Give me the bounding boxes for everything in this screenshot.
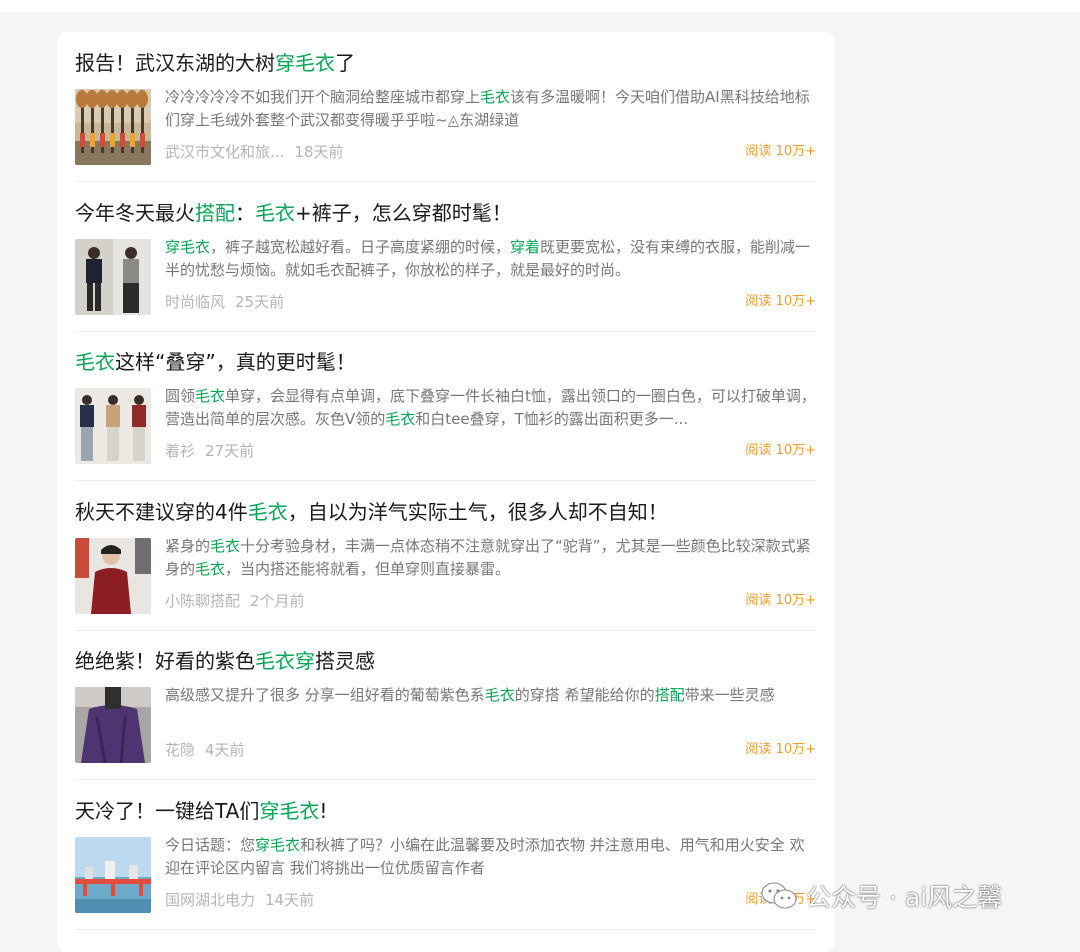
- article-title[interactable]: 毛衣这样“叠穿”，真的更时髦！: [75, 348, 356, 376]
- article-source[interactable]: 小陈聊搭配: [165, 592, 240, 610]
- article-title[interactable]: 绝绝紫！好看的紫色毛衣穿搭灵感: [75, 647, 375, 675]
- title-highlight: 毛衣穿: [255, 649, 315, 673]
- summary-text: 的穿搭 希望能给你的: [514, 686, 655, 704]
- summary-highlight: 搭配: [654, 686, 685, 704]
- title-highlight: 穿毛衣: [259, 798, 320, 823]
- article-title[interactable]: 今年冬天最火搭配：毛衣+裤子，怎么穿都时髦！: [75, 199, 512, 227]
- title-text: 搭灵感: [315, 649, 375, 673]
- title-text: ，自以为洋气实际土气，很多人却不自知！: [287, 499, 668, 524]
- title-text: 绝绝紫！好看的紫色: [75, 649, 255, 673]
- article-meta: 国网湖北电力 14天前: [165, 889, 314, 911]
- article-source[interactable]: 时尚临风: [165, 293, 225, 311]
- article-thumbnail[interactable]: [75, 836, 151, 913]
- summary-text: ，当内搭还能将就看，但单穿则直接暴雷。: [225, 559, 511, 578]
- read-count: 阅读 10万+: [745, 592, 816, 608]
- top-bar: [0, 0, 1080, 12]
- title-text: +裤子，怎么穿都时髦！: [295, 200, 512, 225]
- title-text: !: [319, 798, 328, 823]
- article-item[interactable]: 今年冬天最火搭配：毛衣+裤子，怎么穿都时髦！ 穿毛衣，裤子越宽松越好看。日子高度紧…: [75, 182, 816, 332]
- summary-highlight: 毛衣: [480, 88, 511, 106]
- article-time: 25天前: [235, 292, 285, 311]
- search-results-card: 报告！武汉东湖的大树穿毛衣了 冷冷冷冷冷不如我们开个脑洞给整座城市都穿上毛衣该有多…: [57, 32, 835, 952]
- article-thumbnail[interactable]: [75, 388, 151, 464]
- article-title[interactable]: 报告！武汉东湖的大树穿毛衣了: [75, 49, 355, 77]
- article-title[interactable]: 天冷了！一键给TA们穿毛衣!: [75, 797, 327, 825]
- article-item[interactable]: 绝绝紫！好看的紫色毛衣穿搭灵感高级感又提升了很多 分享一组好看的葡萄紫色系毛衣的…: [75, 630, 816, 780]
- article-summary: 今日话题：您穿毛衣和秋裤了吗？小编在此温馨要及时添加衣物 并注意用电、用气和用火…: [165, 834, 816, 880]
- article-meta: 小陈聊搭配 2个月前: [165, 590, 305, 612]
- summary-text: 冷冷冷冷冷不如我们开个脑洞给整座城市都穿上: [165, 88, 481, 106]
- summary-text: 今日话题：您: [165, 835, 256, 854]
- article-time: 2个月前: [250, 591, 305, 610]
- article-meta: 花隐 4天前: [165, 739, 245, 761]
- summary-highlight: 穿毛衣: [165, 237, 211, 256]
- title-text: 这样“叠穿”，真的更时髦！: [115, 350, 356, 374]
- summary-highlight: 毛衣: [385, 410, 416, 428]
- article-summary: 紧身的毛衣十分考验身材，丰满一点体态稍不注意就穿出了“驼背”，尤其是一些颜色比较…: [165, 535, 816, 581]
- article-summary: 冷冷冷冷冷不如我们开个脑洞给整座城市都穿上毛衣该有多温暖啊！今天咱们借助AI黑科…: [165, 86, 816, 132]
- read-count: 阅读 10万+: [745, 293, 816, 309]
- article-time: 14天前: [265, 890, 315, 909]
- summary-highlight: 毛衣: [195, 559, 226, 578]
- article-summary: 穿毛衣，裤子越宽松越好看。日子高度紧绷的时候，穿着既更要宽松，没有束缚的衣服，能…: [165, 236, 816, 282]
- article-source[interactable]: 花隐: [165, 741, 195, 759]
- summary-text: 带来一些灵感: [684, 686, 775, 704]
- summary-highlight: 穿毛衣: [255, 835, 301, 854]
- title-text: ：: [235, 200, 255, 225]
- article-summary: 高级感又提升了很多 分享一组好看的葡萄紫色系毛衣的穿搭 希望能给你的搭配带来一些…: [165, 684, 816, 707]
- summary-text: 圆领: [165, 387, 196, 405]
- title-highlight: 毛衣: [255, 200, 295, 225]
- article-thumbnail[interactable]: [75, 238, 151, 315]
- title-highlight: 毛衣: [247, 499, 288, 524]
- article-source[interactable]: 武汉市文化和旅...: [165, 143, 284, 161]
- title-text: 了: [335, 51, 355, 75]
- article-time: 18天前: [294, 143, 344, 161]
- article-summary: 圆领毛衣单穿，会显得有点单调，底下叠穿一件长袖白t恤，露出领口的一圈白色，可以打…: [165, 385, 816, 431]
- title-highlight: 搭配: [195, 200, 235, 225]
- article-time: 27天前: [205, 442, 255, 460]
- summary-highlight: 毛衣: [210, 536, 241, 555]
- read-count: 阅读 10万+: [745, 144, 816, 159]
- article-source[interactable]: 着衫: [165, 442, 195, 460]
- summary-highlight: 穿着: [510, 237, 541, 256]
- summary-text: ，裤子越宽松越好看。日子高度紧绷的时候，: [210, 237, 511, 256]
- summary-text: 和白tee叠穿，T恤衫的露出面积更多一...: [415, 410, 689, 428]
- summary-text: 高级感又提升了很多 分享一组好看的葡萄紫色系: [165, 686, 485, 704]
- summary-text: 紧身的: [165, 536, 211, 555]
- article-time: 4天前: [205, 741, 245, 759]
- article-item[interactable]: 秋天不建议穿的4件毛衣，自以为洋气实际土气，很多人却不自知！ 紧身的毛衣十分考验身…: [75, 481, 816, 631]
- article-thumbnail[interactable]: [75, 537, 151, 614]
- article-meta: 着衫 27天前: [165, 440, 254, 462]
- watermark: 公众号 · ai风之馨: [760, 876, 1002, 916]
- article-thumbnail[interactable]: [75, 687, 151, 763]
- article-meta: 时尚临风 25天前: [165, 291, 284, 313]
- article-meta: 武汉市文化和旅... 18天前: [165, 141, 343, 163]
- summary-highlight: 毛衣: [195, 387, 226, 405]
- title-highlight: 毛衣: [75, 350, 115, 374]
- watermark-text: 公众号 · ai风之馨: [806, 883, 1003, 912]
- read-count: 阅读 10万+: [745, 742, 816, 757]
- article-thumbnail[interactable]: [75, 89, 151, 165]
- title-text: 天冷了！一键给TA们: [75, 798, 260, 823]
- article-item[interactable]: 毛衣这样“叠穿”，真的更时髦！ 圆领毛衣单穿，会显得有点单调，底下叠穿一件长袖白t…: [75, 331, 816, 481]
- title-text: 今年冬天最火: [75, 200, 195, 225]
- title-text: 报告！武汉东湖的大树: [75, 51, 275, 75]
- summary-highlight: 毛衣: [484, 686, 515, 704]
- article-title[interactable]: 秋天不建议穿的4件毛衣，自以为洋气实际土气，很多人却不自知！: [75, 498, 668, 526]
- title-text: 秋天不建议穿的4件: [75, 499, 248, 524]
- title-highlight: 穿毛衣: [275, 51, 335, 75]
- wechat-icon: [761, 882, 797, 909]
- article-item[interactable]: 报告！武汉东湖的大树穿毛衣了冷冷冷冷冷不如我们开个脑洞给整座城市都穿上毛衣该有多…: [75, 32, 816, 182]
- article-source[interactable]: 国网湖北电力: [165, 891, 255, 909]
- article-item[interactable]: 天冷了！一键给TA们穿毛衣! 今日话题：您穿毛衣和秋裤了吗？小编在此温馨要及时添加…: [75, 780, 816, 930]
- read-count: 阅读 10万+: [745, 443, 816, 458]
